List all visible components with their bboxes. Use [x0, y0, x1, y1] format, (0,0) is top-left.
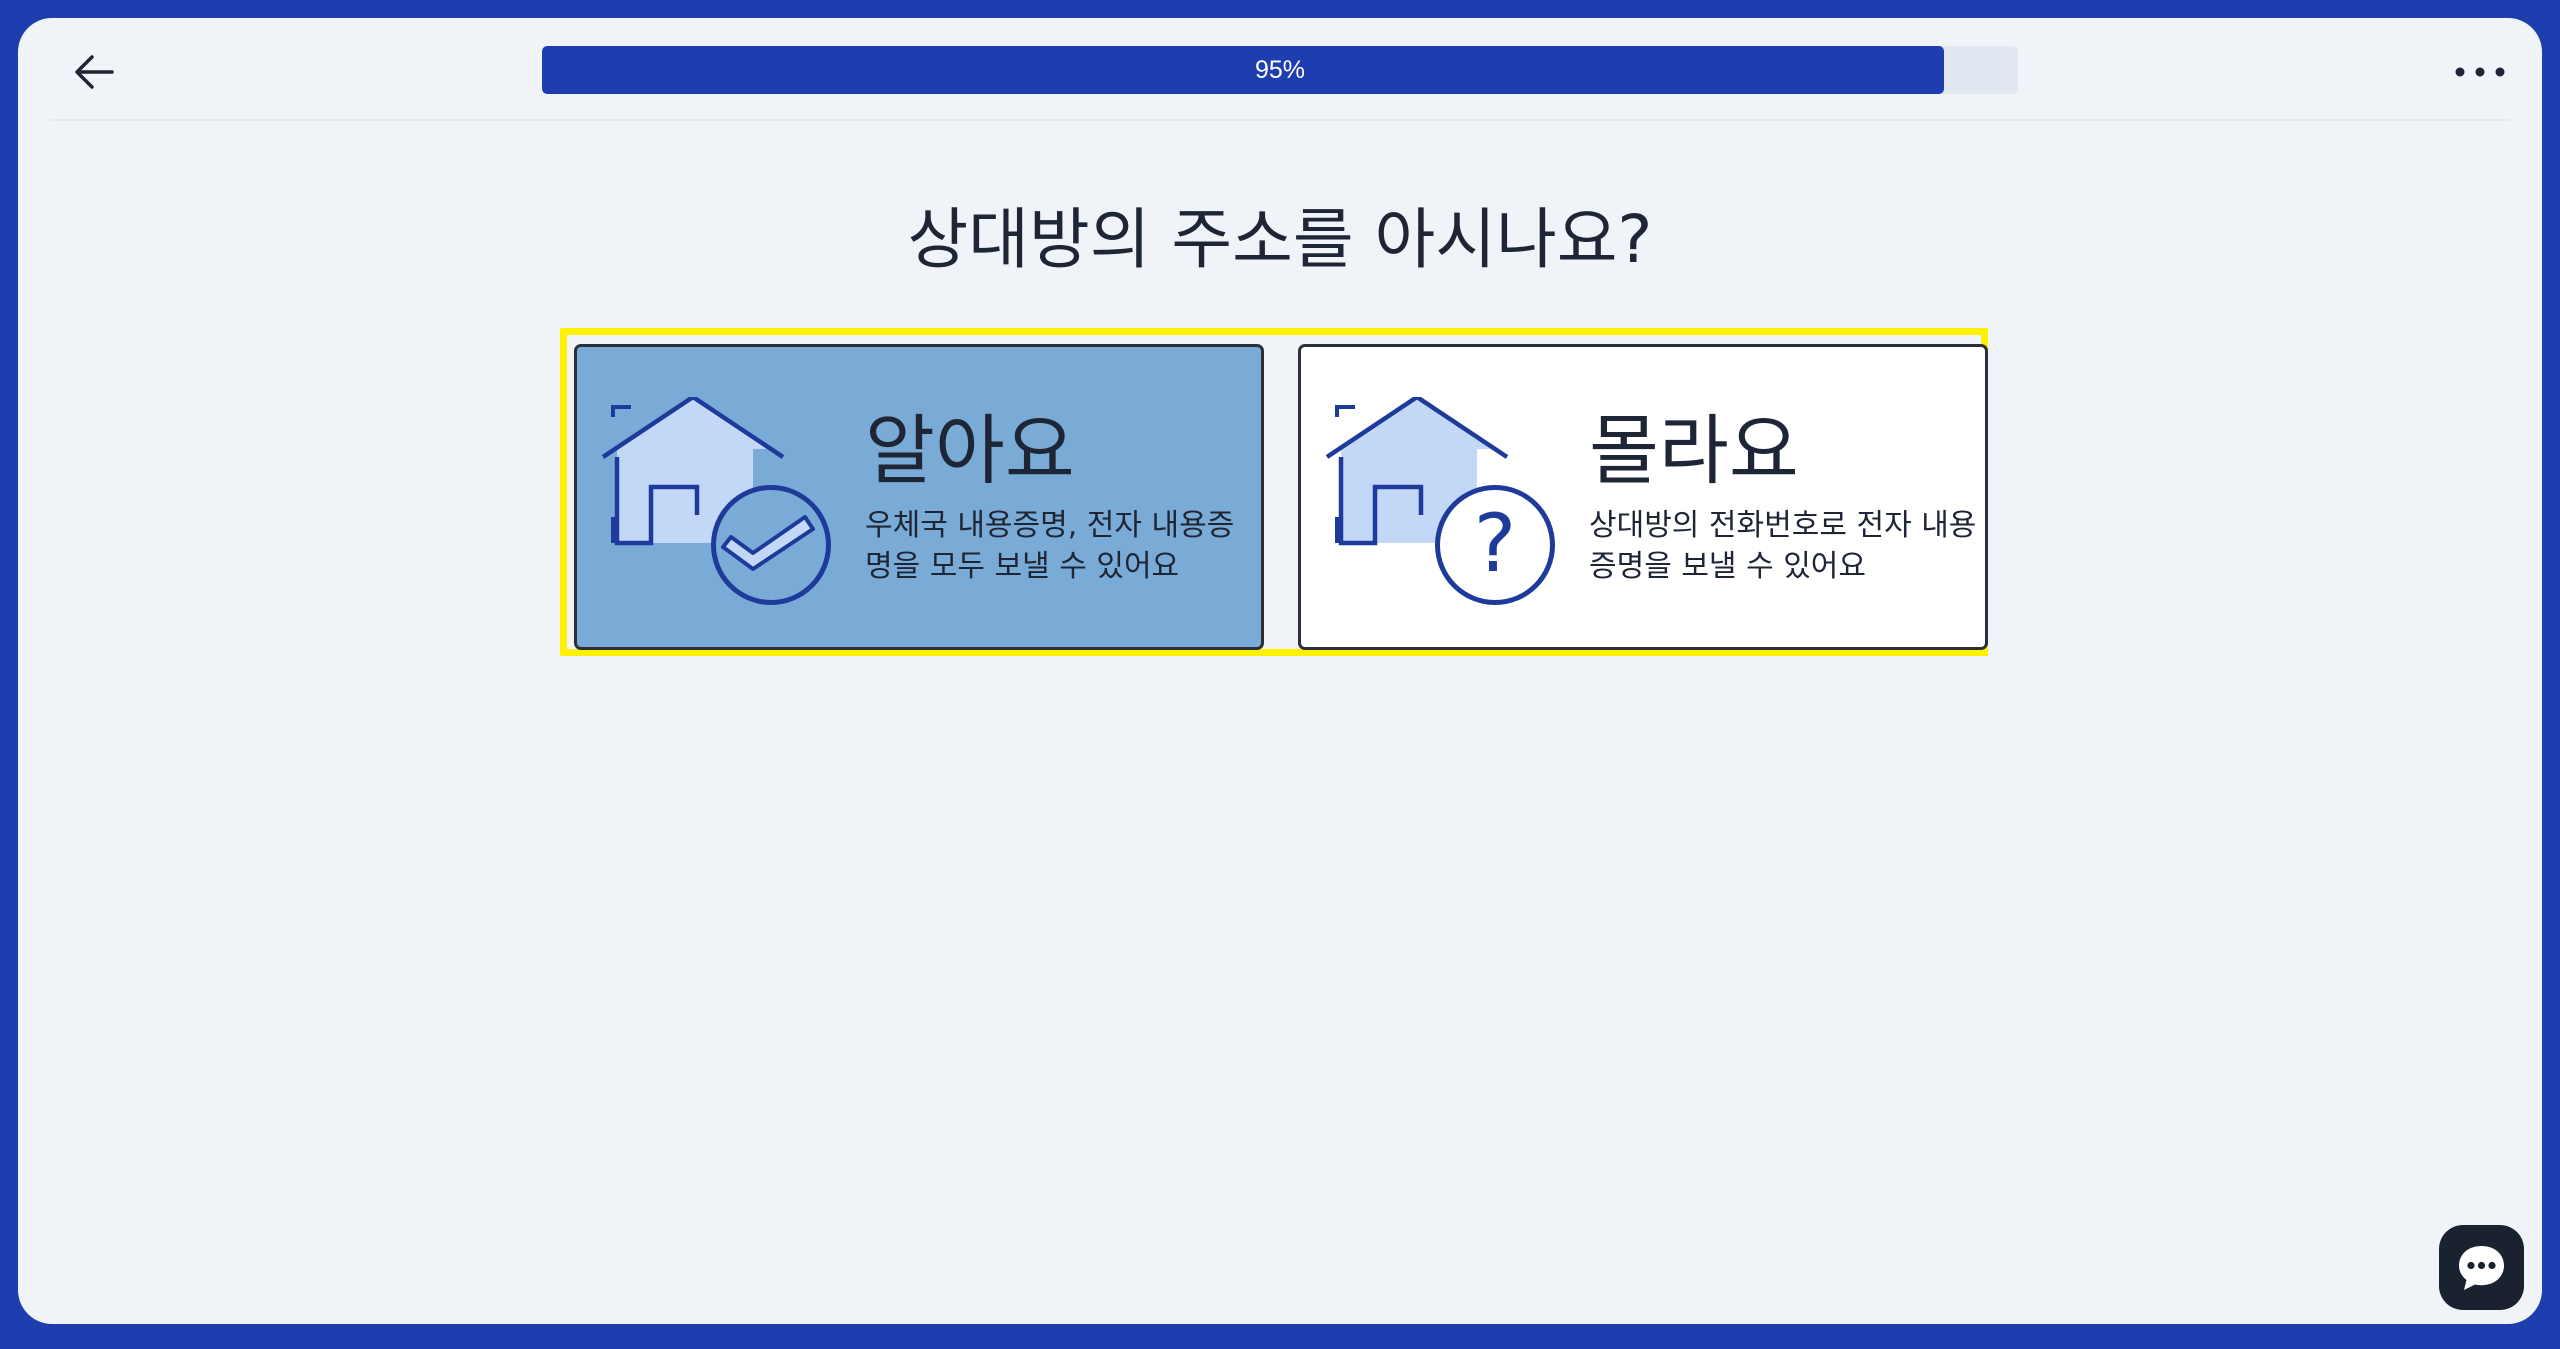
app-frame: 95% 상대방의 주소를 아시나요? 알아요 우체국 내용증명, 전자 내용증명… [18, 18, 2542, 1324]
progress-label: 95% [1254, 56, 1306, 84]
back-button[interactable] [70, 48, 118, 96]
more-options-button[interactable] [2452, 54, 2508, 90]
more-horizontal-icon [2455, 67, 2505, 77]
option-dont-know-address[interactable]: ? 몰라요 상대방의 전화번호로 전자 내용증명을 보낼 수 있어요 [1298, 344, 1988, 650]
question-title: 상대방의 주소를 아시나요? [907, 201, 1653, 278]
progress-bar: 95% [542, 46, 2018, 94]
option-description: 우체국 내용증명, 전자 내용증명을 모두 보낼 수 있어요 [865, 508, 1235, 584]
option-know-address[interactable]: 알아요 우체국 내용증명, 전자 내용증명을 모두 보낼 수 있어요 [574, 344, 1264, 650]
chat-bubble-icon [2459, 1246, 2504, 1290]
options-group: 알아요 우체국 내용증명, 전자 내용증명을 모두 보낼 수 있어요 ? 몰라요… [560, 328, 1988, 656]
svg-text:?: ? [1474, 497, 1516, 590]
option-description: 상대방의 전화번호로 전자 내용증명을 보낼 수 있어요 [1589, 508, 1977, 584]
option-title: 알아요 [865, 406, 1075, 495]
house-question-icon: ? [1325, 397, 1555, 605]
chat-button[interactable] [2439, 1225, 2524, 1310]
header: 95% [50, 18, 2510, 121]
house-check-icon [601, 397, 831, 605]
option-title: 몰라요 [1589, 406, 1799, 495]
arrow-left-icon [75, 55, 114, 89]
